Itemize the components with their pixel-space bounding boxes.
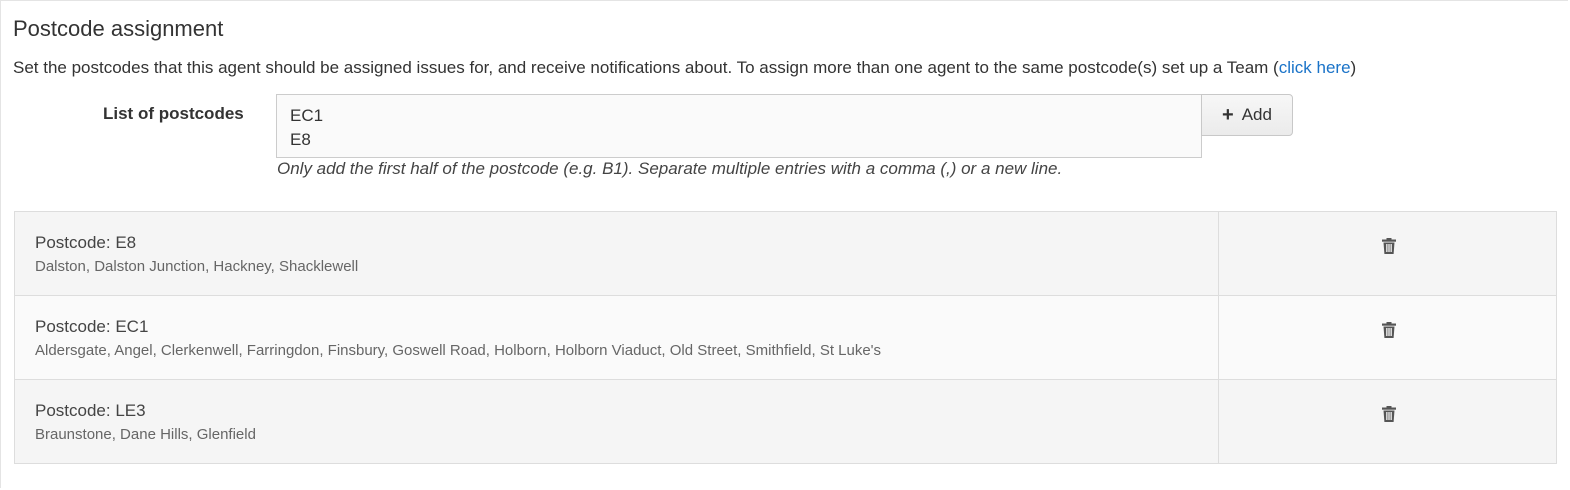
add-button[interactable]: + Add bbox=[1201, 94, 1293, 136]
trash-icon[interactable] bbox=[1382, 322, 1396, 338]
intro-text-main: Set the postcodes that this agent should… bbox=[13, 58, 1279, 77]
postcode-areas: Aldersgate, Angel, Clerkenwell, Farringd… bbox=[35, 342, 882, 359]
postcode-areas: Braunstone, Dane Hills, Glenfield bbox=[35, 426, 256, 443]
help-text: Only add the first half of the postcode … bbox=[277, 159, 1063, 178]
add-button-label: Add bbox=[1241, 105, 1272, 124]
section-title: Postcode assignment bbox=[13, 16, 224, 41]
trash-icon[interactable] bbox=[1382, 406, 1396, 422]
table-row: Postcode: E8 Dalston, Dalston Junction, … bbox=[15, 212, 1556, 295]
action-cell bbox=[1219, 380, 1556, 463]
postcode-title: Postcode: LE3 bbox=[35, 401, 146, 420]
postcode-areas: Dalston, Dalston Junction, Hackney, Shac… bbox=[35, 258, 359, 275]
postcode-title: Postcode: E8 bbox=[35, 233, 137, 252]
click-here-link[interactable]: click here bbox=[1279, 58, 1351, 77]
postcode-cell: Postcode: LE3 Braunstone, Dane Hills, Gl… bbox=[15, 380, 1219, 463]
postcode-cell: Postcode: E8 Dalston, Dalston Junction, … bbox=[15, 212, 1219, 295]
trash-icon[interactable] bbox=[1382, 238, 1396, 254]
intro-text-suffix: ) bbox=[1350, 58, 1357, 77]
action-cell bbox=[1219, 296, 1556, 379]
plus-icon: + bbox=[1222, 104, 1234, 126]
postcode-cell: Postcode: EC1 Aldersgate, Angel, Clerken… bbox=[15, 296, 1219, 379]
postcodes-field-label: List of postcodes bbox=[103, 104, 244, 123]
postcode-title: Postcode: EC1 bbox=[35, 317, 149, 336]
postcodes-textarea[interactable]: EC1 E8 bbox=[276, 94, 1202, 158]
table-row: Postcode: LE3 Braunstone, Dane Hills, Gl… bbox=[15, 379, 1556, 463]
postcode-assignment-panel: Postcode assignment Set the postcodes th… bbox=[0, 0, 1568, 488]
table-row: Postcode: EC1 Aldersgate, Angel, Clerken… bbox=[15, 295, 1556, 379]
postcode-table: Postcode: E8 Dalston, Dalston Junction, … bbox=[14, 211, 1557, 464]
intro-text: Set the postcodes that this agent should… bbox=[13, 58, 1356, 78]
action-cell bbox=[1219, 212, 1556, 295]
